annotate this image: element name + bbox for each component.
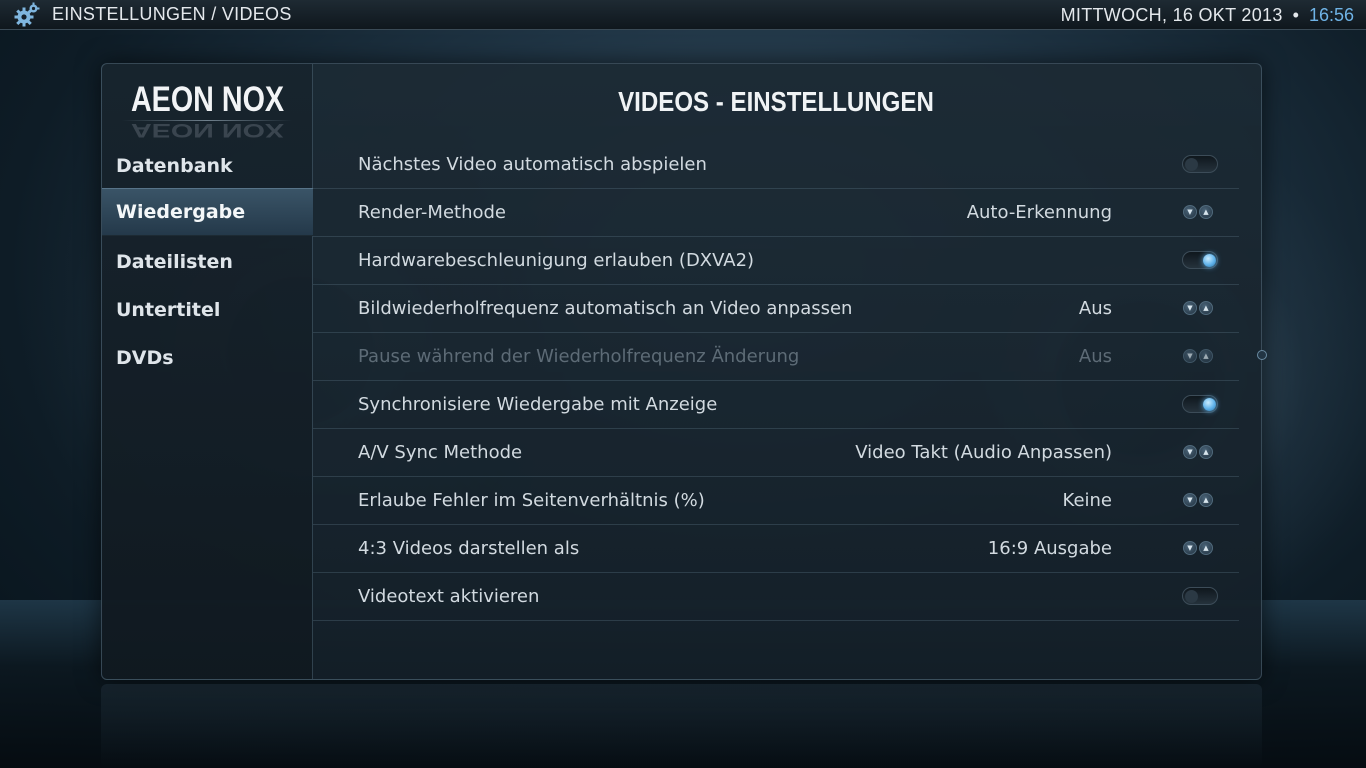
sidebar-item-dateilisten[interactable]: Dateilisten: [102, 238, 313, 286]
logo-divider: [122, 120, 292, 121]
setting-value: 16:9 Ausgabe: [987, 538, 1112, 559]
panel-reflection: [101, 684, 1262, 768]
setting-label: Videotext aktivieren: [358, 586, 540, 607]
value-spinner: ▼ ▲: [1183, 301, 1213, 315]
setting-label: Render-Methode: [358, 202, 507, 223]
toggle-switch[interactable]: [1182, 587, 1218, 605]
arrow-up-icon[interactable]: ▲: [1199, 541, 1213, 555]
toggle-knob: [1203, 398, 1216, 411]
sidebar-item-wiedergabe[interactable]: Wiedergabe: [102, 188, 313, 236]
setting-label: Nächstes Video automatisch abspielen: [358, 154, 707, 175]
arrow-up-icon[interactable]: ▲: [1199, 445, 1213, 459]
arrow-down-icon[interactable]: ▼: [1183, 493, 1197, 507]
setting-label: Erlaube Fehler im Seitenverhältnis (%): [358, 490, 705, 511]
logo-reflection: AEON NOX: [130, 119, 285, 141]
toggle-switch[interactable]: [1182, 155, 1218, 173]
clock-area: MITTWOCH, 16 OKT 2013 • 16:56: [1061, 0, 1354, 30]
setting-label: Pause während der Wiederholfrequenz Ände…: [358, 346, 800, 367]
toggle-knob: [1185, 158, 1198, 171]
logo: AEON NOX: [130, 80, 285, 119]
setting-label: Synchronisiere Wiedergabe mit Anzeige: [358, 394, 718, 415]
gear-icon: [12, 0, 42, 30]
settings-content: VIDEOS - EINSTELLUNGEN Nächstes Video au…: [313, 64, 1263, 679]
settings-panel: AEON NOX AEON NOX Datenbank Wiedergabe D…: [101, 63, 1262, 680]
setting-label: Hardwarebeschleunigung erlauben (DXVA2): [358, 250, 755, 271]
sidebar-item-datenbank[interactable]: Datenbank: [102, 142, 313, 190]
arrow-down-icon[interactable]: ▼: [1183, 205, 1197, 219]
time-label: 16:56: [1308, 4, 1354, 25]
page-title: VIDEOS - EINSTELLUNGEN: [618, 86, 934, 117]
setting-row-aspect-error[interactable]: Erlaube Fehler im Seitenverhältnis (%) K…: [313, 477, 1239, 525]
date-label: MITTWOCH, 16 OKT 2013: [1060, 4, 1283, 25]
sidebar: AEON NOX AEON NOX Datenbank Wiedergabe D…: [102, 64, 313, 679]
arrow-up-icon[interactable]: ▲: [1199, 493, 1213, 507]
setting-row-av-sync-method[interactable]: A/V Sync Methode Video Takt (Audio Anpas…: [313, 429, 1239, 477]
arrow-down-icon[interactable]: ▼: [1183, 301, 1197, 315]
value-spinner: ▼ ▲: [1183, 205, 1213, 219]
arrow-up-icon[interactable]: ▲: [1199, 301, 1213, 315]
setting-value: Aus: [1078, 346, 1112, 367]
scroll-indicator[interactable]: [1257, 350, 1267, 360]
arrow-up-icon[interactable]: ▲: [1199, 205, 1213, 219]
separator-dot: •: [1292, 4, 1299, 25]
value-spinner: ▼ ▲: [1183, 541, 1213, 555]
setting-row-4-3-display[interactable]: 4:3 Videos darstellen als 16:9 Ausgabe ▼…: [313, 525, 1239, 573]
top-bar: EINSTELLUNGEN / VIDEOS MITTWOCH, 16 OKT …: [0, 0, 1366, 30]
arrow-down-icon: ▼: [1183, 349, 1197, 363]
sidebar-item-dvds[interactable]: DVDs: [102, 334, 313, 382]
value-spinner: ▼ ▲: [1183, 349, 1213, 363]
arrow-down-icon[interactable]: ▼: [1183, 541, 1197, 555]
setting-value: Video Takt (Audio Anpassen): [855, 442, 1112, 463]
setting-value: Aus: [1078, 298, 1112, 319]
setting-row-refresh-rate[interactable]: Bildwiederholfrequenz automatisch an Vid…: [313, 285, 1239, 333]
toggle-knob: [1185, 590, 1198, 603]
setting-label: A/V Sync Methode: [358, 442, 523, 463]
value-spinner: ▼ ▲: [1183, 493, 1213, 507]
setting-label: Bildwiederholfrequenz automatisch an Vid…: [358, 298, 853, 319]
setting-row-teletext[interactable]: Videotext aktivieren: [313, 573, 1239, 621]
setting-row-refresh-pause: Pause während der Wiederholfrequenz Ände…: [313, 333, 1239, 381]
setting-value: Auto-Erkennung: [966, 202, 1112, 223]
setting-row-sync-playback[interactable]: Synchronisiere Wiedergabe mit Anzeige: [313, 381, 1239, 429]
toggle-switch[interactable]: [1182, 251, 1218, 269]
arrow-down-icon[interactable]: ▼: [1183, 445, 1197, 459]
toggle-knob: [1203, 254, 1216, 267]
setting-label: 4:3 Videos darstellen als: [358, 538, 580, 559]
breadcrumb: EINSTELLUNGEN / VIDEOS: [52, 4, 292, 24]
toggle-switch[interactable]: [1182, 395, 1218, 413]
sidebar-item-untertitel[interactable]: Untertitel: [102, 286, 313, 334]
setting-row-hardware-acceleration[interactable]: Hardwarebeschleunigung erlauben (DXVA2): [313, 237, 1239, 285]
arrow-up-icon: ▲: [1199, 349, 1213, 363]
setting-row-auto-play-next[interactable]: Nächstes Video automatisch abspielen: [313, 141, 1239, 189]
setting-row-render-method[interactable]: Render-Methode Auto-Erkennung ▼ ▲: [313, 189, 1239, 237]
value-spinner: ▼ ▲: [1183, 445, 1213, 459]
setting-value: Keine: [1062, 490, 1112, 511]
